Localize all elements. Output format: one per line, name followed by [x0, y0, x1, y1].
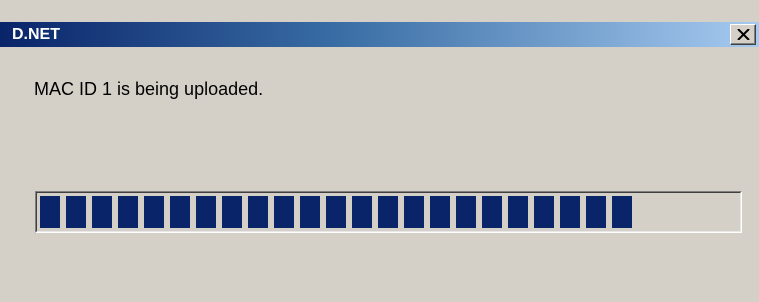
progress-block [404, 196, 424, 228]
window-title: D.NET [12, 26, 60, 43]
progress-block [248, 196, 268, 228]
progress-block [40, 196, 60, 228]
progress-block [118, 196, 138, 228]
progress-block [92, 196, 112, 228]
progress-track [36, 192, 741, 232]
progress-block [378, 196, 398, 228]
progress-block [586, 196, 606, 228]
progress-block [612, 196, 632, 228]
dialog-window: D.NET MAC ID 1 is being uploaded. [0, 0, 759, 302]
progress-block [144, 196, 164, 228]
progress-block [66, 196, 86, 228]
progress-block [430, 196, 450, 228]
progress-block [508, 196, 528, 228]
progress-block [196, 196, 216, 228]
progress-block [274, 196, 294, 228]
progress-block [170, 196, 190, 228]
close-icon [737, 29, 750, 40]
progress-block [482, 196, 502, 228]
progress-block [352, 196, 372, 228]
progress-block [456, 196, 476, 228]
progress-block [560, 196, 580, 228]
progress-block [300, 196, 320, 228]
progress-block [326, 196, 346, 228]
progress-block [222, 196, 242, 228]
progress-block [534, 196, 554, 228]
upload-progress-bar [35, 191, 742, 233]
progress-fill [40, 196, 632, 228]
status-message: MAC ID 1 is being uploaded. [34, 79, 264, 99]
title-bar[interactable]: D.NET [0, 22, 759, 47]
close-button[interactable] [730, 24, 756, 45]
